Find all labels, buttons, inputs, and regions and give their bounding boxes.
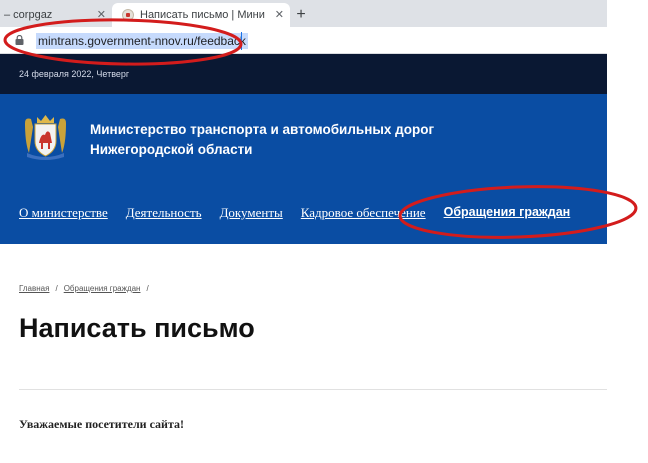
browser-tab-bar: – corpgaz ✕ Написать письмо | Министерст… [0,0,607,27]
nav-item-activity[interactable]: Деятельность [126,205,202,225]
new-tab-button[interactable]: + [290,6,312,24]
tab-close-icon[interactable]: ✕ [275,8,284,21]
nav-item-citizen-appeals[interactable]: Обращения граждан [444,205,571,225]
page-title: Написать письмо [19,313,255,343]
main-nav: О министерстве Деятельность Документы Ка… [19,205,588,225]
greeting-text: Уважаемые посетители сайта! [19,417,185,431]
ministry-title[interactable]: Министерство транспорта и автомобильных … [90,120,490,160]
top-date-bar: 24 февраля 2022, Четверг [0,54,607,94]
nav-item-staffing[interactable]: Кадровое обеспечение [301,205,426,225]
text-caret [241,32,242,50]
current-date: 24 февраля 2022, Четверг [19,69,130,79]
breadcrumb-separator: / [55,284,58,293]
coat-of-arms-icon[interactable] [19,113,72,161]
nav-item-about[interactable]: О министерстве [19,205,108,225]
site-favicon-icon [122,9,134,21]
breadcrumb-citizen-appeals[interactable]: Обращения граждан [64,284,141,293]
content-divider [19,389,607,390]
tab-title: – corpgaz [4,9,53,21]
address-bar[interactable]: mintrans.government-nnov.ru/feedback [0,27,607,54]
breadcrumb-separator: / [146,284,149,293]
breadcrumb: Главная / Обращения граждан / [19,284,155,293]
nav-item-documents[interactable]: Документы [220,205,283,225]
breadcrumb-home[interactable]: Главная [19,284,49,293]
tab-close-icon[interactable]: ✕ [97,8,106,21]
ministry-title-line2: Нижегородской области [90,142,253,157]
site-header: Министерство транспорта и автомобильных … [0,94,607,244]
ministry-title-line1: Министерство транспорта и автомобильных … [90,122,435,137]
browser-tab-active[interactable]: Написать письмо | Министерство ✕ [112,3,290,27]
url-text[interactable]: mintrans.government-nnov.ru/feedback [36,33,248,49]
lock-icon [15,35,24,45]
tab-title: Написать письмо | Министерство [140,9,265,21]
browser-tab-corpgaz[interactable]: – corpgaz ✕ [0,3,112,27]
